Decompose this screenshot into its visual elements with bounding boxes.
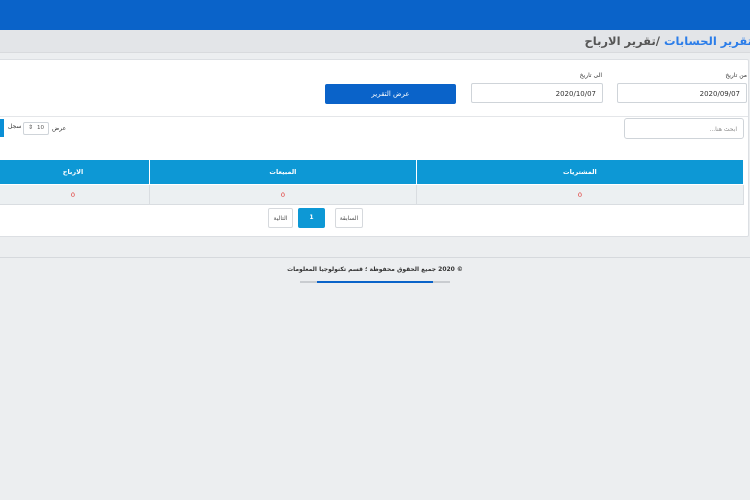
table-header-row: المشتريات المبيعات الارباح bbox=[0, 159, 745, 185]
footer-divider bbox=[0, 257, 750, 258]
to-date-label: الى تاريخ bbox=[579, 72, 602, 79]
column-header-profits[interactable]: الارباح bbox=[0, 159, 150, 185]
pagination-previous-button[interactable]: السابقة bbox=[335, 208, 363, 228]
breadcrumb-parent-link[interactable]: تقرير الحسابات bbox=[664, 34, 750, 48]
cell-purchases: 0 bbox=[415, 184, 745, 205]
show-suffix-label: سجل bbox=[8, 123, 22, 130]
profits-table: المشتريات المبيعات الارباح 0 0 0 bbox=[0, 159, 745, 205]
show-report-button[interactable]: عرض التقرير bbox=[325, 84, 456, 104]
column-header-sales[interactable]: المبيعات bbox=[149, 159, 417, 185]
to-date-input[interactable]: 2020/10/07 bbox=[471, 83, 603, 103]
footer-accent-bar bbox=[300, 281, 450, 283]
footer-accent-fill bbox=[317, 281, 433, 283]
cell-sales: 0 bbox=[149, 184, 417, 205]
from-date-input[interactable]: 2020/09/07 bbox=[617, 83, 747, 103]
column-header-purchases[interactable]: المشتريات bbox=[415, 159, 745, 185]
page-length-value: 10 bbox=[37, 125, 44, 131]
edge-action-button[interactable] bbox=[0, 119, 4, 137]
breadcrumb: تقرير الحسابات /تقرير الارباح bbox=[585, 34, 750, 48]
table-row: 0 0 0 bbox=[0, 184, 745, 205]
updown-arrow-icon: ⇕ bbox=[28, 124, 34, 131]
breadcrumb-separator: / bbox=[655, 34, 664, 48]
breadcrumb-bar: تقرير الحسابات /تقرير الارباح bbox=[0, 30, 750, 53]
footer-copyright: © 2020 جميع الحقوق محفوظة ؛ قسم تكنولوجي… bbox=[287, 266, 463, 273]
pagination-page-1[interactable]: 1 bbox=[298, 208, 325, 228]
page-length-select[interactable]: ⇕ 10 bbox=[23, 122, 49, 135]
search-input[interactable]: ابحث هنا... bbox=[624, 118, 744, 139]
cell-profits: 0 bbox=[0, 184, 150, 205]
breadcrumb-current: تقرير الارباح bbox=[584, 34, 656, 48]
pagination-next-button[interactable]: التالية bbox=[268, 208, 293, 228]
from-date-label: من تاريخ bbox=[725, 72, 747, 79]
show-prefix-label: عرض bbox=[52, 125, 67, 132]
top-navbar bbox=[0, 0, 750, 30]
